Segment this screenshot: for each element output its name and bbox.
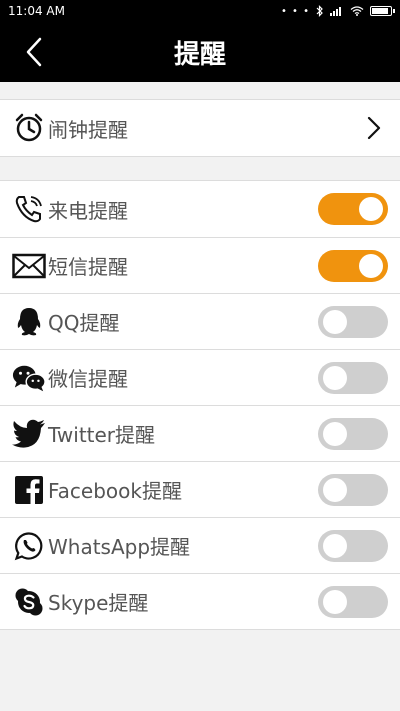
twitter-icon [12, 417, 46, 451]
wechat-reminder-toggle[interactable] [318, 361, 388, 394]
qq-icon [12, 305, 46, 339]
list-item-sms: 短信提醒 [0, 237, 400, 293]
phone-icon [12, 192, 46, 226]
list-item-call: 来电提醒 [0, 181, 400, 237]
status-time: 11:04 AM [8, 4, 65, 18]
wifi-icon [350, 6, 364, 16]
status-bar: 11:04 AM • • • [0, 0, 400, 22]
list-item-skype: Skype提醒 [0, 573, 400, 629]
twitter-reminder-label: Twitter提醒 [48, 423, 156, 447]
whatsapp-reminder-label: WhatsApp提醒 [48, 535, 191, 559]
envelope-icon [12, 249, 46, 283]
signal-icon [330, 7, 341, 16]
qq-reminder-toggle[interactable] [318, 305, 388, 338]
facebook-reminder-label: Facebook提醒 [48, 479, 182, 503]
list-item-whatsapp: WhatsApp提醒 [0, 517, 400, 573]
battery-icon [370, 6, 395, 16]
alarm-section: 闹钟提醒 [0, 99, 400, 157]
chevron-left-icon [26, 37, 42, 67]
notification-list: 来电提醒 短信提醒 QQ提醒 微信提醒 Twitter提醒 Facebook提醒… [0, 180, 400, 630]
whatsapp-icon [12, 529, 46, 563]
call-reminder-label: 来电提醒 [48, 198, 128, 223]
status-icons: • • • [280, 5, 395, 17]
alarm-reminder-label: 闹钟提醒 [48, 117, 128, 142]
header-bar: 提醒 [0, 22, 400, 82]
list-item-twitter: Twitter提醒 [0, 405, 400, 461]
chevron-right-icon [362, 114, 386, 142]
list-item-wechat: 微信提醒 [0, 349, 400, 405]
alarm-clock-icon [12, 111, 46, 145]
skype-icon [12, 585, 46, 619]
sms-reminder-toggle[interactable] [318, 249, 388, 282]
wechat-icon [12, 361, 46, 395]
list-item-facebook: Facebook提醒 [0, 461, 400, 517]
twitter-reminder-toggle[interactable] [318, 417, 388, 450]
back-button[interactable] [18, 36, 50, 68]
skype-reminder-toggle[interactable] [318, 585, 388, 618]
call-reminder-toggle[interactable] [318, 193, 388, 225]
sms-reminder-label: 短信提醒 [48, 255, 128, 279]
page-title: 提醒 [173, 39, 226, 70]
wechat-reminder-label: 微信提醒 [48, 367, 128, 391]
qq-reminder-label: QQ提醒 [48, 311, 120, 335]
notification-dots: • • • [280, 5, 310, 17]
facebook-icon [12, 473, 46, 507]
list-item-qq: QQ提醒 [0, 293, 400, 349]
skype-reminder-label: Skype提醒 [48, 591, 149, 615]
alarm-reminder-row[interactable]: 闹钟提醒 [0, 100, 400, 156]
bluetooth-icon [316, 5, 323, 17]
whatsapp-reminder-toggle[interactable] [318, 529, 388, 562]
facebook-reminder-toggle[interactable] [318, 473, 388, 506]
